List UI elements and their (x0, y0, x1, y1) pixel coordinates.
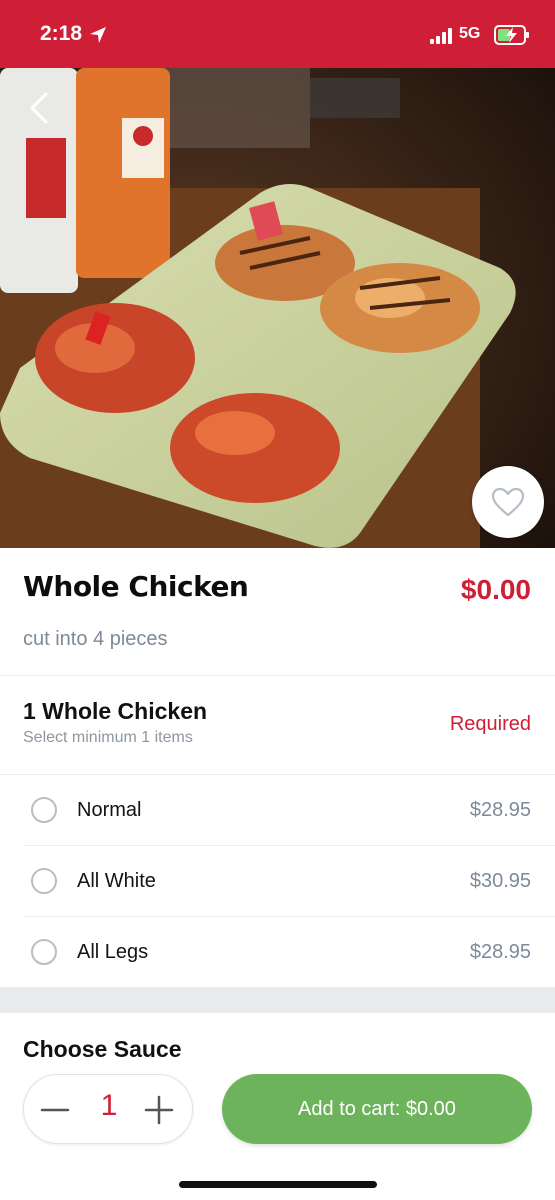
radio-button[interactable] (31, 797, 57, 823)
favorite-button[interactable] (472, 466, 544, 538)
back-button[interactable] (22, 88, 58, 128)
option-price: $28.95 (469, 799, 531, 821)
battery-charging-icon (494, 25, 529, 45)
option-price: $30.95 (469, 870, 531, 892)
option-group-title: 1 Whole Chicken (23, 698, 208, 724)
status-time: 2:18 (40, 22, 83, 45)
heart-icon (491, 487, 525, 517)
required-badge: Required (449, 713, 531, 735)
option-row-all-legs[interactable]: All Legs $28.95 (0, 917, 555, 988)
minus-icon[interactable] (40, 1095, 70, 1125)
radio-button[interactable] (31, 939, 57, 965)
option-label: All Legs (77, 941, 149, 963)
signal-icon (430, 28, 452, 44)
plus-icon[interactable] (144, 1095, 174, 1125)
section-separator (0, 987, 555, 1013)
network-label: 5G (459, 25, 481, 42)
option-row-normal[interactable]: Normal $28.95 (0, 775, 555, 846)
option-price: $28.95 (469, 941, 531, 963)
product-image (0, 68, 555, 548)
product-description: cut into 4 pieces (23, 628, 168, 650)
status-bar: 2:18 5G (0, 0, 555, 68)
product-price: $0.00 (460, 574, 531, 605)
divider (0, 675, 555, 676)
quantity-value: 1 (100, 1089, 118, 1122)
food-photo (0, 68, 555, 548)
option-group-subtitle: Select minimum 1 items (23, 729, 193, 746)
location-icon (90, 27, 106, 43)
add-to-cart-button[interactable]: Add to cart: $0.00 (222, 1074, 532, 1144)
option-label: All White (77, 870, 156, 892)
product-title: Whole Chicken (23, 570, 249, 603)
option-label: Normal (77, 799, 142, 821)
radio-button[interactable] (31, 868, 57, 894)
choose-sauce-title: Choose Sauce (23, 1036, 182, 1062)
quantity-stepper: 1 (23, 1074, 193, 1144)
option-row-all-white[interactable]: All White $30.95 (0, 846, 555, 917)
bottom-action-bar: 1 Add to cart: $0.00 (0, 1060, 555, 1200)
home-indicator (179, 1181, 377, 1188)
